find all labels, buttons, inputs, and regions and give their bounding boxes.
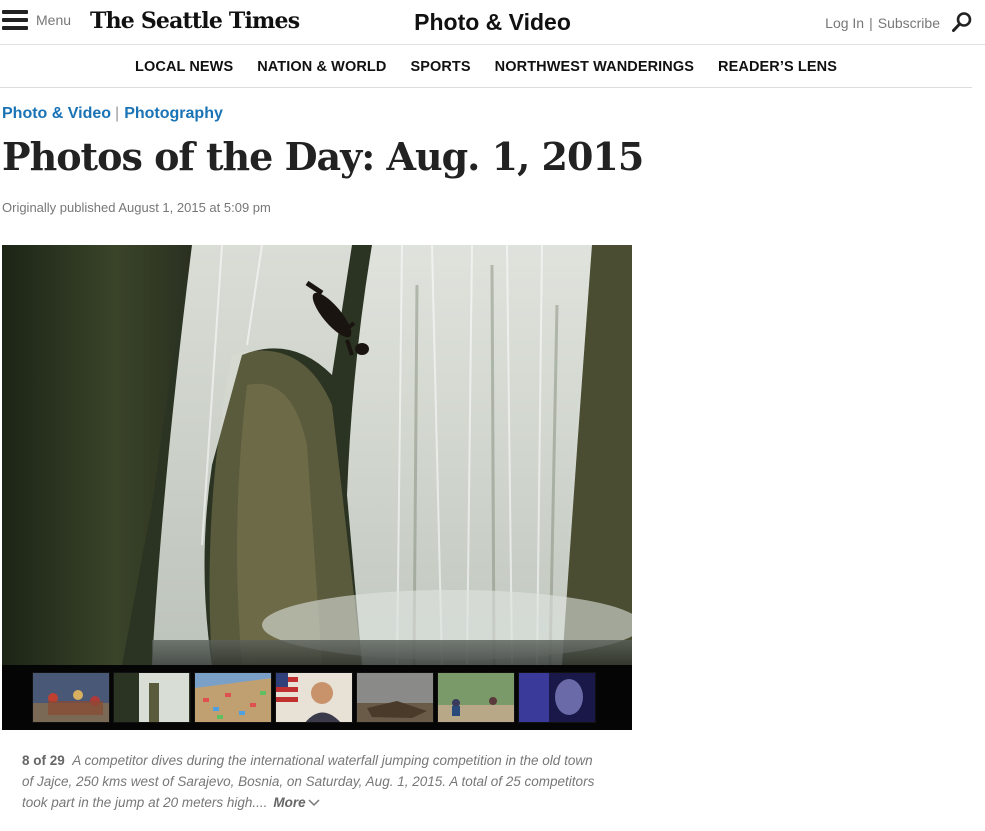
nav-nation-world[interactable]: NATION & WORLD (257, 59, 386, 75)
menu-label: Menu (36, 12, 72, 28)
page-title: Photos of the Day: Aug. 1, 2015 (2, 134, 644, 179)
thumb-purple-portrait[interactable] (518, 672, 596, 723)
thumbnail-strip (2, 665, 632, 730)
photo-counter: 8 of 29 (22, 753, 65, 768)
account-links: Log In | Subscribe (825, 15, 940, 31)
hamburger-icon (2, 10, 28, 30)
search-icon[interactable] (951, 11, 973, 33)
caption-more-toggle[interactable]: More (273, 795, 320, 810)
thumb-man-flag[interactable] (275, 672, 353, 723)
thumb-beach-people[interactable] (437, 672, 515, 723)
menu-button[interactable]: Menu (2, 10, 71, 30)
seattle-times-logo[interactable]: The Seattle Times (90, 8, 300, 34)
chevron-down-icon (308, 799, 320, 807)
thumb-waterfall[interactable] (113, 672, 191, 723)
section-title[interactable]: Photo & Video (414, 9, 571, 35)
thumb-beach-debris[interactable] (356, 672, 434, 723)
gallery-main-photo[interactable] (2, 245, 632, 665)
breadcrumb-photo-video[interactable]: Photo & Video (2, 105, 111, 122)
nav-northwest-wanderings[interactable]: NORTHWEST WANDERINGS (495, 59, 694, 75)
top-bar: Menu The Seattle Times Photo & Video Log… (0, 0, 985, 45)
nav-readers-lens[interactable]: READER’S LENS (718, 59, 837, 75)
breadcrumb-photography[interactable]: Photography (124, 105, 223, 122)
breadcrumb-separator: | (115, 105, 120, 122)
more-label: More (273, 795, 306, 810)
photo-gallery (2, 245, 632, 730)
breadcrumb: Photo & Video | Photography (2, 105, 223, 123)
photo-caption: 8 of 29 A competitor dives during the in… (22, 750, 602, 813)
account-separator: | (869, 15, 873, 31)
thumb-dancers[interactable] (32, 672, 110, 723)
nav-sports[interactable]: SPORTS (410, 59, 470, 75)
section-nav: LOCAL NEWS NATION & WORLD SPORTS NORTHWE… (0, 46, 972, 88)
login-link[interactable]: Log In (825, 15, 864, 31)
thumb-colorful-hillside[interactable] (194, 672, 272, 723)
publish-date: Originally published August 1, 2015 at 5… (2, 200, 271, 215)
nav-local-news[interactable]: LOCAL NEWS (135, 59, 233, 75)
subscribe-link[interactable]: Subscribe (878, 15, 940, 31)
